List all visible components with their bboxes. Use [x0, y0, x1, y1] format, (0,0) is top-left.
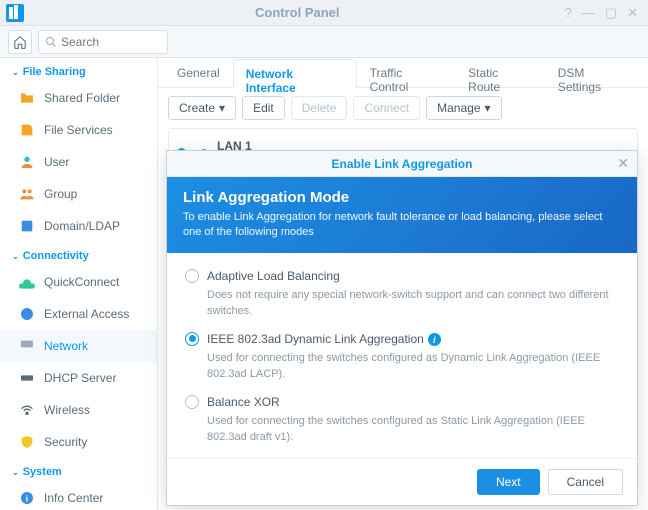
modal-hero-subtitle: To enable Link Aggregation for network f… — [183, 210, 621, 241]
radio-desc: Used for connecting the switches configu… — [207, 351, 619, 383]
cancel-button[interactable]: Cancel — [548, 469, 623, 495]
sidebar-cat-file-sharing[interactable]: ⌄File Sharing — [0, 58, 157, 82]
sidebar-item-group[interactable]: Group — [0, 178, 157, 210]
user-icon — [18, 153, 36, 171]
next-button[interactable]: Next — [477, 469, 540, 495]
sidebar-item-domain-ldap[interactable]: Domain/LDAP — [0, 210, 157, 242]
delete-button: Delete — [291, 96, 348, 120]
dhcp-icon — [18, 369, 36, 387]
sidebar-item-external-access[interactable]: External Access — [0, 298, 157, 330]
window-title: Control Panel — [30, 5, 565, 20]
modal-footer: Next Cancel — [167, 458, 637, 505]
tab-dsm-settings[interactable]: DSM Settings — [545, 58, 642, 87]
search-box[interactable] — [38, 30, 168, 54]
connect-button: Connect — [353, 96, 420, 120]
globe-icon — [18, 305, 36, 323]
sidebar-item-user[interactable]: User — [0, 146, 157, 178]
tab-network-interface[interactable]: Network Interface — [233, 59, 357, 88]
sidebar-item-file-services[interactable]: File Services — [0, 114, 157, 146]
search-input[interactable] — [61, 35, 161, 49]
chevron-down-icon: ⌄ — [12, 468, 19, 477]
wifi-icon — [18, 401, 36, 419]
maximize-icon[interactable]: ▢ — [605, 5, 617, 21]
tab-bar: General Network Interface Traffic Contro… — [158, 58, 648, 88]
radio-icon — [185, 395, 199, 409]
radio-balance-xor[interactable]: Balance XOR — [185, 395, 619, 409]
sidebar: ⌄File Sharing Shared Folder File Service… — [0, 58, 158, 510]
modal-body: Adaptive Load Balancing Does not require… — [167, 253, 637, 458]
radio-ieee-8023ad[interactable]: IEEE 802.3ad Dynamic Link Aggregationi — [185, 332, 619, 347]
control-panel-window: Control Panel ? — ▢ ✕ ⌄File Sharing Shar… — [0, 0, 648, 510]
action-bar: Create▾ Edit Delete Connect Manage▾ — [158, 88, 648, 128]
window-titlebar: Control Panel ? — ▢ ✕ — [0, 0, 648, 26]
modal-titlebar: Enable Link Aggregation ✕ — [167, 151, 637, 177]
toolbar — [0, 26, 648, 58]
modal-title: Enable Link Aggregation — [332, 157, 473, 171]
home-icon — [13, 35, 27, 49]
tab-traffic-control[interactable]: Traffic Control — [357, 58, 456, 87]
tab-static-route[interactable]: Static Route — [455, 58, 545, 87]
info-icon[interactable]: i — [428, 333, 441, 346]
edit-button[interactable]: Edit — [242, 96, 285, 120]
home-button[interactable] — [8, 30, 32, 54]
shield-icon — [18, 433, 36, 451]
sidebar-item-dhcp[interactable]: DHCP Server — [0, 362, 157, 394]
radio-icon — [185, 269, 199, 283]
modal-hero: Link Aggregation Mode To enable Link Agg… — [167, 177, 637, 253]
chevron-down-icon: ⌄ — [12, 68, 19, 77]
app-icon — [6, 4, 24, 22]
file-services-icon — [18, 121, 36, 139]
modal-close-icon[interactable]: ✕ — [617, 155, 629, 172]
sidebar-item-quickconnect[interactable]: QuickConnect — [0, 266, 157, 298]
radio-desc: Used for connecting the switches configu… — [207, 414, 619, 446]
tab-general[interactable]: General — [164, 58, 233, 87]
modal-hero-title: Link Aggregation Mode — [183, 189, 621, 206]
folder-icon — [18, 89, 36, 107]
help-icon[interactable]: ? — [565, 5, 572, 21]
caret-down-icon: ▾ — [485, 101, 491, 115]
chevron-down-icon: ⌄ — [12, 252, 19, 261]
sidebar-cat-system[interactable]: ⌄System — [0, 458, 157, 482]
manage-button[interactable]: Manage▾ — [426, 96, 501, 120]
close-icon[interactable]: ✕ — [627, 5, 638, 21]
caret-down-icon: ▾ — [219, 101, 225, 115]
sidebar-item-shared-folder[interactable]: Shared Folder — [0, 82, 157, 114]
sidebar-cat-connectivity[interactable]: ⌄Connectivity — [0, 242, 157, 266]
radio-desc: Does not require any special network-swi… — [207, 288, 619, 320]
info-icon: i — [18, 489, 36, 507]
minimize-icon[interactable]: — — [582, 5, 595, 21]
domain-icon — [18, 217, 36, 235]
network-icon — [18, 337, 36, 355]
radio-icon — [185, 332, 199, 346]
radio-adaptive-load-balancing[interactable]: Adaptive Load Balancing — [185, 269, 619, 283]
create-button[interactable]: Create▾ — [168, 96, 236, 120]
sidebar-item-network[interactable]: Network — [0, 330, 157, 362]
sidebar-item-security[interactable]: Security — [0, 426, 157, 458]
svg-text:i: i — [26, 493, 28, 503]
search-icon — [45, 36, 57, 48]
group-icon — [18, 185, 36, 203]
quickconnect-icon — [18, 273, 36, 291]
link-aggregation-modal: Enable Link Aggregation ✕ Link Aggregati… — [166, 150, 638, 506]
sidebar-item-wireless[interactable]: Wireless — [0, 394, 157, 426]
sidebar-item-info-center[interactable]: iInfo Center — [0, 482, 157, 510]
